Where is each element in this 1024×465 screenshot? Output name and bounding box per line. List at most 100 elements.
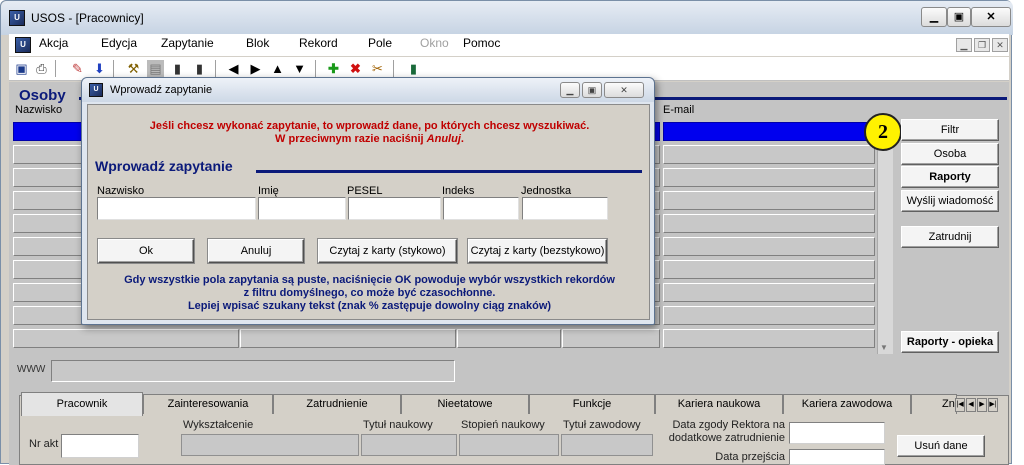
www-label: WWW bbox=[17, 364, 46, 375]
minimize-icon[interactable]: ▁ bbox=[921, 7, 947, 27]
menu-zapytanie[interactable]: Zapytanie bbox=[161, 36, 214, 50]
read-card-contact-button[interactable]: Czytaj z karty (stykowo) bbox=[318, 239, 457, 263]
grid-scrollbar[interactable]: ▼ bbox=[877, 122, 893, 354]
grid-cell[interactable] bbox=[663, 237, 875, 256]
query-icon[interactable]: ⚒ bbox=[125, 60, 142, 77]
print-icon[interactable]: ⎙ bbox=[33, 60, 50, 77]
save-icon[interactable]: ▣ bbox=[13, 60, 30, 77]
tab-pracownik[interactable]: Pracownik bbox=[21, 392, 143, 416]
nr-akt-field[interactable] bbox=[61, 434, 139, 458]
dialog-maximize-icon[interactable]: ▣ bbox=[582, 82, 602, 98]
close-icon[interactable]: ✕ bbox=[971, 7, 1011, 27]
menu-edycja[interactable]: Edycja bbox=[101, 36, 137, 50]
app-icon: U bbox=[9, 10, 25, 26]
step-badge: 2 bbox=[864, 113, 902, 151]
anuluj-button[interactable]: Anuluj bbox=[208, 239, 304, 263]
indeks-input[interactable] bbox=[443, 197, 519, 220]
up-icon[interactable]: ▲ bbox=[269, 60, 286, 77]
grid-cell[interactable] bbox=[457, 329, 561, 348]
chart-icon[interactable]: ▮ bbox=[169, 60, 186, 77]
grid-cell[interactable] bbox=[562, 329, 660, 348]
toolbar-separator bbox=[215, 60, 216, 77]
download-icon[interactable]: ⬇ bbox=[91, 60, 108, 77]
dialog-close-icon[interactable]: ✕ bbox=[604, 82, 644, 98]
add-icon[interactable]: ✚ bbox=[325, 60, 342, 77]
clear-icon[interactable]: ✂ bbox=[369, 60, 386, 77]
grid-cell[interactable] bbox=[663, 122, 875, 141]
grid-cell[interactable] bbox=[663, 283, 875, 302]
www-field[interactable] bbox=[51, 360, 455, 382]
grid-cell[interactable] bbox=[663, 145, 875, 164]
tab-kariera-zawodowa[interactable]: Kariera zawodowa bbox=[783, 394, 911, 414]
osoba-button[interactable]: Osoba bbox=[901, 143, 999, 165]
mdi-restore-icon[interactable]: ❐ bbox=[974, 38, 990, 52]
jednostka-label: Jednostka bbox=[521, 185, 572, 197]
raporty-opieka-button[interactable]: Raporty - opieka bbox=[901, 331, 999, 353]
data-zgody-field[interactable] bbox=[789, 422, 885, 444]
grid-cell[interactable] bbox=[663, 306, 875, 325]
zatrudnij-button[interactable]: Zatrudnij bbox=[901, 226, 999, 248]
dialog-info-line-1: Jeśli chcesz wykonać zapytanie, to wprow… bbox=[149, 120, 590, 132]
tab-next-icon[interactable]: ▶ bbox=[977, 398, 987, 412]
dialog-info-anuluj: Anuluj bbox=[426, 133, 461, 145]
tab-last-icon[interactable]: ▶| bbox=[988, 398, 998, 412]
grid-cell[interactable] bbox=[240, 329, 456, 348]
imie-input[interactable] bbox=[258, 197, 346, 220]
tab-first-icon[interactable]: |◀ bbox=[955, 398, 965, 412]
stopien-naukowy-field[interactable] bbox=[459, 434, 559, 456]
tytul-naukowy-field[interactable] bbox=[361, 434, 457, 456]
raporty-button[interactable]: Raporty bbox=[901, 166, 999, 188]
mdi-minimize-icon[interactable]: ▁ bbox=[956, 38, 972, 52]
tab-funkcje[interactable]: Funkcje bbox=[529, 394, 655, 414]
menu-blok[interactable]: Blok bbox=[246, 36, 269, 50]
data-przejscia-field[interactable] bbox=[789, 449, 885, 465]
grid-cell[interactable] bbox=[663, 214, 875, 233]
title-bar[interactable]: U USOS - [Pracownicy] ▁ ▣ ✕ bbox=[1, 1, 1013, 35]
tab-kariera-naukowa[interactable]: Kariera naukowa bbox=[655, 394, 783, 414]
down-icon[interactable]: ▼ bbox=[291, 60, 308, 77]
exit-icon[interactable]: ▮ bbox=[405, 60, 422, 77]
menu-bar: U Akcja Edycja Zapytanie Blok Rekord Pol… bbox=[9, 34, 1009, 56]
dialog-title-bar[interactable]: U Wprowadź zapytanie ▁ ▣ ✕ bbox=[82, 78, 654, 102]
usun-dane-button[interactable]: Usuń dane bbox=[897, 435, 985, 457]
maximize-icon[interactable]: ▣ bbox=[947, 7, 971, 27]
grid-cell[interactable] bbox=[13, 329, 239, 348]
jednostka-input[interactable] bbox=[522, 197, 608, 220]
grid-cell[interactable] bbox=[663, 260, 875, 279]
menu-rekord[interactable]: Rekord bbox=[299, 36, 338, 50]
menu-pole[interactable]: Pole bbox=[368, 36, 392, 50]
dialog-note-line-1: Gdy wszystkie pola zapytania są puste, n… bbox=[124, 274, 615, 286]
doc-icon: U bbox=[15, 37, 31, 53]
menu-akcja[interactable]: Akcja bbox=[39, 36, 68, 50]
tytul-zawodowy-field[interactable] bbox=[561, 434, 653, 456]
dialog-note-line-3: Lepiej wpisać szukany tekst (znak % zast… bbox=[187, 300, 552, 312]
pesel-input[interactable] bbox=[348, 197, 441, 220]
dialog-app-icon: U bbox=[89, 83, 103, 97]
wyksztalcenie-field[interactable] bbox=[181, 434, 359, 456]
scroll-down-icon[interactable]: ▼ bbox=[880, 343, 888, 352]
delete-icon[interactable]: ✖ bbox=[347, 60, 364, 77]
dialog-minimize-icon[interactable]: ▁ bbox=[560, 82, 580, 98]
prev-icon[interactable]: ◀ bbox=[225, 60, 242, 77]
filtr-button[interactable]: Filtr bbox=[901, 119, 999, 141]
grid-cell[interactable] bbox=[663, 168, 875, 187]
tab-zainteresowania[interactable]: Zainteresowania bbox=[143, 394, 273, 414]
imie-label: Imię bbox=[258, 185, 279, 197]
next-icon[interactable]: ▶ bbox=[247, 60, 264, 77]
tab-prev-icon[interactable]: ◀ bbox=[966, 398, 976, 412]
filter-icon[interactable]: ▤ bbox=[147, 60, 164, 77]
edit-icon[interactable]: ✎ bbox=[69, 60, 86, 77]
nazwisko-input[interactable] bbox=[97, 197, 256, 220]
mdi-close-icon[interactable]: ✕ bbox=[992, 38, 1008, 52]
grid-cell[interactable] bbox=[663, 191, 875, 210]
tab-zn[interactable]: Zn bbox=[911, 394, 957, 414]
ok-button[interactable]: Ok bbox=[98, 239, 194, 263]
menu-pomoc[interactable]: Pomoc bbox=[463, 36, 500, 50]
send-message-button[interactable]: Wyślij wiadomość bbox=[901, 190, 999, 212]
chart2-icon[interactable]: ▮ bbox=[191, 60, 208, 77]
tab-zatrudnienie[interactable]: Zatrudnienie bbox=[273, 394, 401, 414]
dialog-heading: Wprowadź zapytanie bbox=[95, 158, 233, 174]
tab-nieetatowe[interactable]: Nieetatowe bbox=[401, 394, 529, 414]
read-card-contactless-button[interactable]: Czytaj z karty (bezstykowo) bbox=[468, 239, 607, 263]
grid-cell[interactable] bbox=[663, 329, 875, 348]
